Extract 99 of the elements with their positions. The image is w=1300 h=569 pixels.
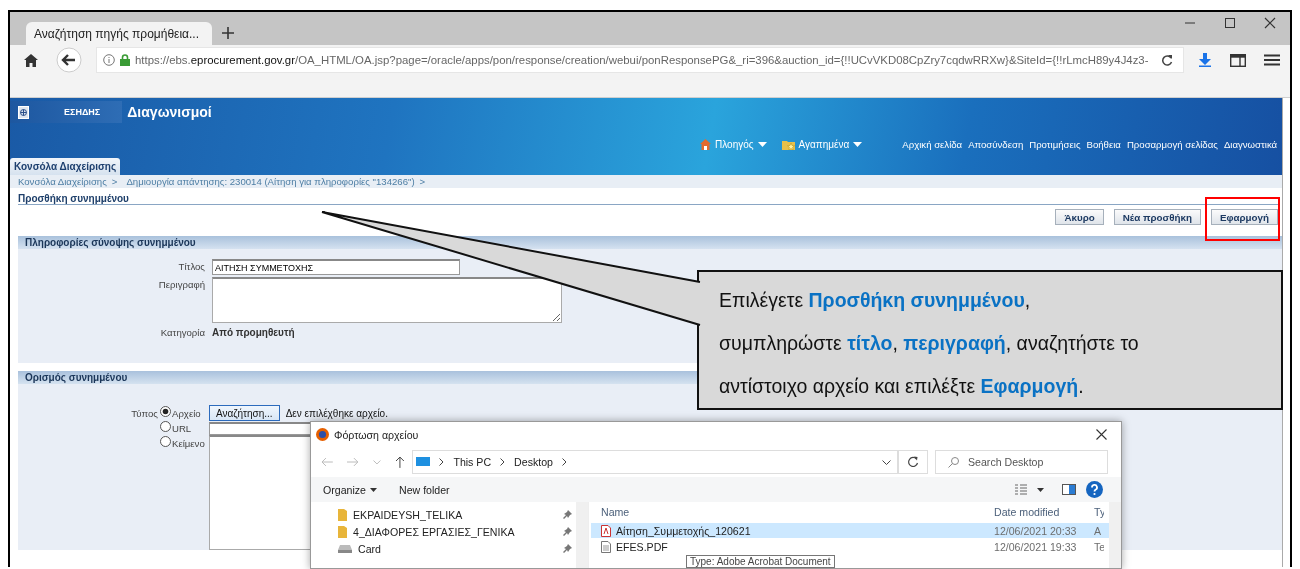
emblem-icon: [18, 106, 29, 119]
column-header[interactable]: Name: [591, 505, 994, 518]
section-header: Πληροφορίες σύνοψης συνημμένου: [18, 236, 1282, 249]
path-segment[interactable]: Desktop: [514, 456, 553, 468]
download-icon[interactable]: [1198, 53, 1212, 67]
action-button[interactable]: Άκυρο: [1055, 209, 1104, 225]
close-icon[interactable]: [1264, 17, 1276, 29]
search-field[interactable]: Search Desktop: [935, 450, 1108, 474]
pin-icon: [563, 510, 572, 519]
file-name: EFES.PDF: [616, 540, 668, 553]
title-field[interactable]: ΑΙΤΗΣΗ ΣΥΜΜΕΤΟΧΗΣ: [212, 259, 460, 275]
field-value: Από προμηθευτή: [212, 327, 295, 338]
caret-icon: [853, 142, 863, 147]
breadcrumb-link[interactable]: Κονσόλα Διαχείρισης: [18, 176, 107, 187]
search-icon: [948, 457, 959, 468]
radio-button[interactable]: [160, 421, 171, 432]
radio-label: Κείμενο: [172, 437, 205, 449]
preview-pane-icon[interactable]: [1062, 484, 1076, 495]
radio-button[interactable]: [160, 406, 171, 417]
file-date: 12/06/2021 19:33: [994, 540, 1078, 553]
field-label: Κατηγορία: [159, 327, 206, 338]
header-menu[interactable]: Αγαπημένα: [781, 139, 863, 150]
nav-item[interactable]: Card: [338, 540, 572, 557]
browser-tab[interactable]: Αναζήτηση πηγής προμήθεια...: [26, 22, 212, 45]
chevron-down-icon[interactable]: [882, 459, 892, 465]
info-icon: [103, 54, 115, 66]
chevron-right-icon: [561, 458, 567, 466]
pdf-file-icon: [601, 524, 611, 537]
radio-label: URL: [172, 422, 192, 434]
folder-icon: [338, 508, 347, 521]
nav-item[interactable]: EKPAIDEYSH_TELIKA: [338, 506, 572, 523]
breadcrumb-separator: >: [419, 176, 426, 187]
scrollbar[interactable]: [576, 502, 588, 568]
pin-icon: [563, 544, 572, 553]
breadcrumb-link[interactable]: Δημιουργία απάντησης: 230014 (Αίτηση για πληροφορίες "134266"): [126, 176, 415, 187]
field-label: Περιγραφή: [157, 279, 206, 290]
monitor-icon: [416, 457, 431, 467]
action-button[interactable]: Εφαρμογή: [1210, 209, 1278, 225]
sidebar-icon[interactable]: [1230, 53, 1246, 67]
dialog-title: Φόρτωση αρχείου: [334, 428, 419, 441]
tooltip: Type: Adobe Acrobat Document: [686, 555, 835, 568]
close-icon[interactable]: [1096, 429, 1107, 440]
description-field[interactable]: [212, 277, 562, 323]
action-button[interactable]: Νέα προσθήκη: [1113, 209, 1201, 225]
refresh-icon: [907, 456, 920, 468]
folder-star-icon: [781, 139, 795, 150]
file-type: A: [1094, 524, 1103, 537]
caret-icon: [757, 142, 767, 147]
caret-icon: [370, 487, 377, 492]
house-icon: [700, 139, 711, 150]
header-link[interactable]: Αποσύνδεση: [968, 139, 1024, 150]
field-label: Τίτλος: [177, 261, 206, 272]
header-link[interactable]: Διαγνωστικά: [1223, 139, 1278, 150]
browser-logo-icon: [316, 428, 329, 441]
field-label: Τύπος: [130, 408, 159, 419]
page-title: Προσθήκη συνημμένου: [18, 193, 129, 204]
file-row[interactable]: Αίτηση_Συμμετοχής_120621 12/06/2021 20:33 A: [591, 523, 1109, 538]
back-icon[interactable]: [56, 47, 82, 73]
header-link[interactable]: Προτιμήσεις: [1029, 139, 1081, 150]
lock-icon: [120, 54, 130, 66]
refresh-button[interactable]: [898, 450, 928, 474]
caret-icon[interactable]: [1037, 487, 1044, 492]
up-arrow-icon[interactable]: [394, 456, 405, 468]
home-icon[interactable]: [24, 53, 38, 67]
path-field[interactable]: This PC Desktop: [412, 450, 899, 474]
header-link[interactable]: Βοήθεια: [1086, 139, 1121, 150]
file-name: Αίτηση_Συμμετοχής_120621: [616, 524, 751, 537]
document-icon: [601, 540, 611, 553]
plus-icon[interactable]: [222, 27, 234, 39]
browse-button[interactable]: Αναζήτηση...: [209, 405, 280, 421]
breadcrumb-separator: >: [111, 176, 118, 187]
header-link[interactable]: Προσαρμογή σελίδας: [1126, 139, 1218, 150]
column-header[interactable]: Date modified: [994, 505, 1094, 518]
file-row[interactable]: EFES.PDF 12/06/2021 19:33 Te: [591, 539, 1109, 554]
reload-icon[interactable]: [1161, 54, 1173, 66]
file-status: Δεν επιλέχθηκε αρχείο.: [285, 407, 388, 419]
help-icon[interactable]: [1086, 481, 1103, 498]
chevron-right-icon: [439, 458, 445, 466]
file-type: Te: [1094, 540, 1104, 553]
menu-icon[interactable]: [1264, 54, 1280, 66]
logo-text: ΕΣΗΔΗΣ: [64, 107, 101, 118]
chevron-right-icon: [500, 458, 506, 466]
radio-button[interactable]: [160, 436, 171, 447]
address-bar[interactable]: https://ebs.eprocurement.gov.gr/OA_HTML/OA.jsp?page=/oracle/apps/pon/response/creation/webui/ponResponsePG&_ri=396&auction_id={!!UCvVKD08CpZry7cqdwRRXw}&SiteId={!!rLmcH89y4J4z3-: [96, 47, 1184, 73]
maximize-icon[interactable]: [1224, 17, 1236, 29]
radio-label: Αρχείο: [172, 407, 201, 419]
path-segment[interactable]: This PC: [453, 456, 492, 468]
callout-box: Επιλέγετε Προσθήκη συνημμένου, συμπληρώστε τίτλο, περιγραφή, αναζητήστε το αντίστοιχο αρχείο και επιλέξτε Εφαρμογή.: [697, 270, 1283, 410]
toolbar-button[interactable]: New folder: [399, 483, 450, 496]
organize-menu[interactable]: Organize: [323, 483, 377, 496]
console-tab[interactable]: Κονσόλα Διαχείρισης: [10, 158, 121, 175]
folder-icon: [338, 525, 347, 538]
header-link[interactable]: Αρχική σελίδα: [902, 139, 963, 150]
app-title: Διαγωνισμοί: [127, 104, 212, 121]
drive-icon: [338, 544, 352, 553]
file-date: 12/06/2021 20:33: [994, 524, 1078, 537]
nav-item[interactable]: 4_ΔΙΑΦΟΡΕΣ ΕΡΓΑΣΙΕΣ_ΓΕΝΙΚΑ: [338, 523, 572, 540]
scrollbar[interactable]: [1109, 502, 1121, 568]
pin-icon: [563, 527, 572, 536]
